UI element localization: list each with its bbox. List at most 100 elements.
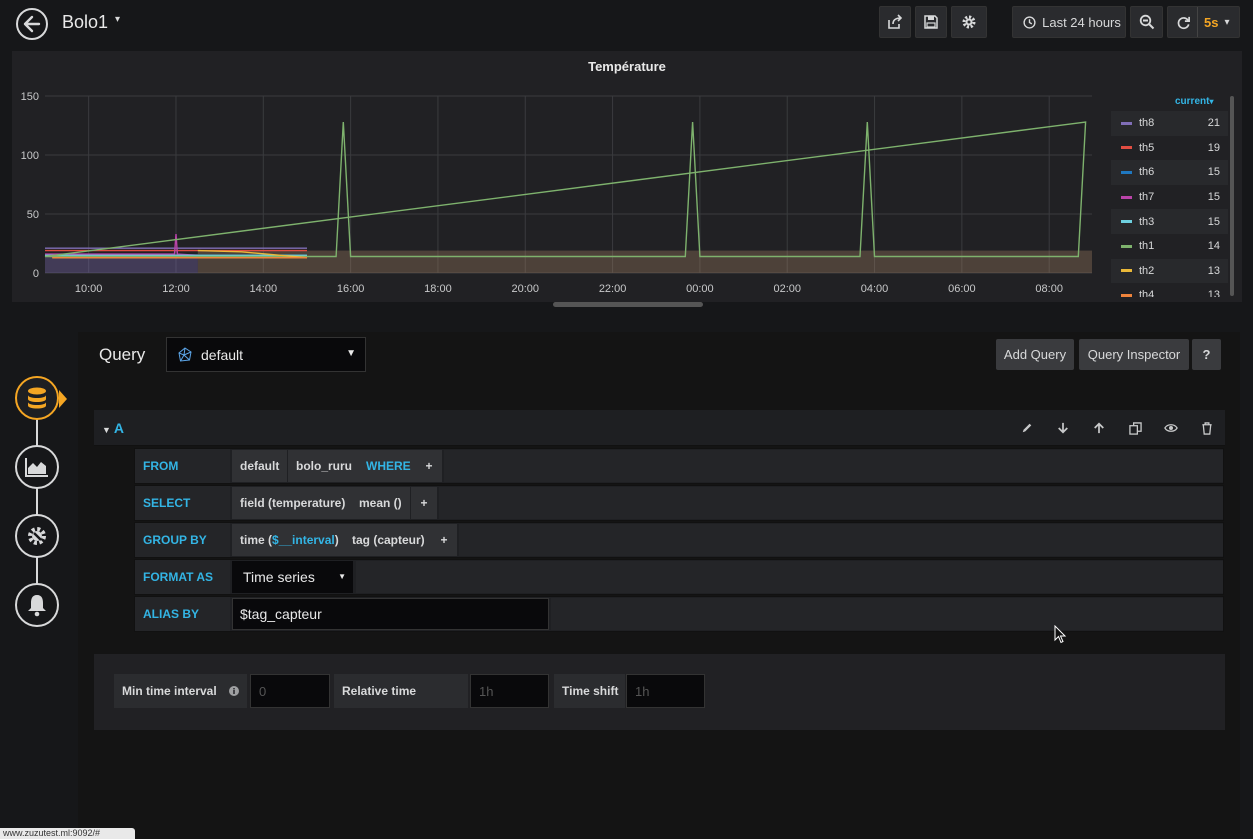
series-color-swatch bbox=[1121, 293, 1132, 297]
remove-query-button[interactable] bbox=[1189, 410, 1225, 446]
y-tick-label: 100 bbox=[21, 150, 39, 162]
refresh-icon bbox=[1177, 16, 1190, 29]
save-icon bbox=[924, 15, 938, 29]
add-where-button[interactable]: + bbox=[416, 450, 442, 482]
arrow-up-icon bbox=[1094, 422, 1104, 434]
status-bar-url: www.zuzutest.ml:9092/# bbox=[0, 828, 135, 839]
share-button[interactable] bbox=[879, 6, 911, 38]
back-button[interactable] bbox=[16, 8, 48, 40]
series-line-th1[interactable] bbox=[44, 121, 1087, 258]
legend-item-th2[interactable]: th2 13 bbox=[1111, 258, 1228, 284]
x-tick-label: 22:00 bbox=[599, 283, 627, 295]
series-current-value: 14 bbox=[1207, 240, 1220, 253]
series-color-swatch bbox=[1121, 220, 1132, 224]
legend-item-th6[interactable]: th6 15 bbox=[1111, 160, 1228, 185]
legend-item-th7[interactable]: th7 15 bbox=[1111, 185, 1228, 210]
format-select[interactable]: Time series ▼ bbox=[232, 561, 353, 593]
series-name: th4 bbox=[1139, 289, 1155, 297]
add-select-button[interactable]: + bbox=[411, 487, 437, 519]
settings-button[interactable] bbox=[951, 6, 987, 38]
group-by-row: GROUP BY time ($__interval) tag (capteur… bbox=[134, 522, 1224, 558]
relative-time-input[interactable]: 1h bbox=[470, 674, 549, 708]
series-color-swatch bbox=[1121, 146, 1132, 150]
time-group-segment[interactable]: time ($__interval) bbox=[232, 524, 347, 556]
datasource-select[interactable]: default ▼ bbox=[166, 337, 366, 372]
query-label: Query bbox=[99, 345, 146, 364]
relative-time-label: Relative time bbox=[334, 674, 468, 708]
time-picker-button[interactable]: Last 24 hours bbox=[1012, 6, 1126, 38]
field-segment[interactable]: field (temperature) bbox=[232, 487, 354, 519]
zoom-out-icon bbox=[1139, 14, 1154, 30]
datasource-name: default bbox=[201, 346, 244, 363]
aggregation-segment[interactable]: mean () bbox=[351, 487, 410, 519]
time-range-label: Last 24 hours bbox=[1042, 14, 1121, 30]
series-name: th2 bbox=[1139, 264, 1155, 277]
row-filler bbox=[551, 598, 1223, 630]
visualization-tab[interactable] bbox=[15, 445, 59, 489]
caret-down-icon[interactable]: ▾ bbox=[1224, 17, 1229, 28]
measurement-segment[interactable]: bolo_ruru bbox=[288, 450, 360, 482]
zoom-out-button[interactable] bbox=[1130, 6, 1163, 38]
retention-policy-segment[interactable]: default bbox=[232, 450, 288, 482]
save-button[interactable] bbox=[915, 6, 947, 38]
series-current-value: 13 bbox=[1207, 264, 1220, 277]
refresh-interval[interactable]: 5s bbox=[1204, 15, 1218, 30]
legend-item-th8[interactable]: th8 21 bbox=[1111, 111, 1228, 136]
panel-resize-handle[interactable] bbox=[553, 302, 703, 307]
collapse-caret-icon[interactable]: ▼ bbox=[102, 425, 111, 435]
legend-item-th4[interactable]: th4 13 bbox=[1111, 283, 1228, 297]
series-color-swatch bbox=[1121, 121, 1132, 125]
caret-down-icon: ▼ bbox=[338, 572, 346, 581]
interval-variable[interactable]: $__interval bbox=[272, 533, 335, 547]
x-tick-label: 10:00 bbox=[75, 283, 103, 295]
series-area-fill bbox=[197, 250, 1092, 273]
toggle-query-button[interactable] bbox=[1153, 410, 1189, 446]
min-time-interval-input[interactable]: 0 bbox=[250, 674, 330, 708]
top-navbar: Bolo1 ▾ Last 24 hours 5s ▾ bbox=[0, 0, 1253, 48]
general-tab[interactable] bbox=[15, 514, 59, 558]
series-current-value: 15 bbox=[1207, 191, 1220, 204]
series-line-th7[interactable] bbox=[45, 234, 198, 257]
alias-by-keyword: ALIAS BY bbox=[135, 597, 230, 631]
legend-item-th1[interactable]: th1 14 bbox=[1111, 234, 1228, 259]
bell-icon bbox=[28, 595, 46, 617]
caret-down-icon[interactable]: ▾ bbox=[115, 14, 120, 25]
query-ref-id[interactable]: ▼ A bbox=[102, 420, 124, 436]
move-down-button[interactable] bbox=[1045, 410, 1081, 446]
help-button[interactable]: ? bbox=[1192, 339, 1221, 370]
queries-tab[interactable] bbox=[15, 376, 59, 420]
legend-item-th3[interactable]: th3 15 bbox=[1111, 209, 1228, 234]
alias-input[interactable]: $tag_capteur bbox=[232, 598, 549, 630]
series-name: th6 bbox=[1139, 166, 1155, 179]
min-time-interval-label: Min time interval bbox=[114, 674, 247, 708]
x-tick-label: 20:00 bbox=[511, 283, 539, 295]
select-keyword: SELECT bbox=[135, 486, 230, 520]
edit-query-button[interactable] bbox=[1009, 410, 1045, 446]
query-options: Min time interval 0 Relative time 1h Tim… bbox=[94, 654, 1225, 730]
time-shift-input[interactable]: 1h bbox=[626, 674, 705, 708]
query-inspector-button[interactable]: Query Inspector bbox=[1079, 339, 1189, 370]
legend-item-th5[interactable]: th5 19 bbox=[1111, 136, 1228, 161]
series-name: th8 bbox=[1139, 117, 1155, 130]
legend-scrollbar[interactable] bbox=[1230, 96, 1234, 296]
legend-sort-header[interactable]: current▾ bbox=[1175, 96, 1213, 107]
select-row: SELECT field (temperature) mean () + bbox=[134, 485, 1224, 521]
y-tick-label: 150 bbox=[21, 91, 39, 103]
graph-panel: Température 0 50 100 150 10:00 12:00 14:00 16:0… bbox=[12, 51, 1242, 307]
x-tick-label: 08:00 bbox=[1035, 283, 1063, 295]
refresh-button[interactable]: 5s ▾ bbox=[1167, 6, 1240, 38]
x-tick-label: 14:00 bbox=[250, 283, 278, 295]
add-query-button[interactable]: Add Query bbox=[996, 339, 1074, 370]
share-icon bbox=[888, 14, 903, 29]
time-shift-label: Time shift bbox=[554, 674, 625, 708]
eye-icon bbox=[1164, 424, 1178, 432]
move-up-button[interactable] bbox=[1081, 410, 1117, 446]
alert-tab[interactable] bbox=[15, 583, 59, 627]
duplicate-query-button[interactable] bbox=[1117, 410, 1153, 446]
dashboard-title[interactable]: Bolo1 bbox=[62, 12, 108, 33]
info-icon[interactable] bbox=[229, 686, 239, 696]
tag-group-segment[interactable]: tag (capteur) bbox=[344, 524, 433, 556]
mouse-cursor-icon bbox=[1054, 625, 1067, 644]
add-group-by-button[interactable]: + bbox=[431, 524, 457, 556]
row-filler bbox=[459, 524, 1223, 556]
